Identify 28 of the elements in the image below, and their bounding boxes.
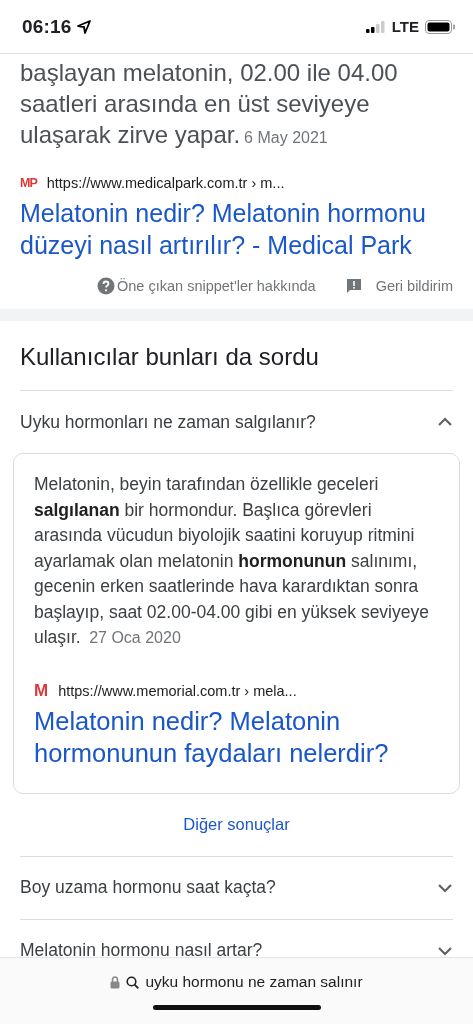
- help-icon: [97, 277, 115, 295]
- signal-icon: [365, 20, 386, 33]
- site-logo: M: [34, 680, 49, 701]
- answer-text: Melatonin, beyin tarafından özellikle geceleri salgılanan bir hormondur. Başlıca görevleri arasında vücudun biyolojik saatini koruyup ritmini ayarlamak olan melatonin hormonunun salınımı, gecenin erken saatlerinde hava karardıktan sonra başlayıp, saat 02.00-04.00 gibi en yüksek seviyeye ulaşır. 27 Oca 2020: [34, 473, 430, 649]
- about-snippets-link[interactable]: Öne çıkan snippet'ler hakkında: [117, 278, 316, 294]
- status-time: 06:16: [22, 15, 72, 38]
- source-url: https://www.memorial.com.tr › mela...: [58, 682, 297, 699]
- question-row[interactable]: Uyku hormonları ne zaman salgılanır?: [20, 390, 453, 453]
- feedback-link[interactable]: Geri bildirim: [375, 278, 453, 294]
- result-title-link[interactable]: Melatonin nedir? Melatonin hormonu düzeyi nasıl artırılır? - Medical Park: [20, 197, 453, 261]
- network-type: LTE: [391, 18, 419, 35]
- source-url: https://www.medicalpark.com.tr › m...: [46, 175, 285, 191]
- lock-icon: [110, 975, 121, 989]
- question-row[interactable]: Boy uzama hormonu saat kaçta?: [20, 855, 453, 919]
- address-bar[interactable]: uyku hormonu ne zaman salınır: [0, 957, 473, 1024]
- chevron-up-icon[interactable]: [437, 417, 453, 427]
- chevron-down-icon[interactable]: [437, 882, 453, 893]
- more-results-link[interactable]: Diğer sonuçlar: [20, 793, 453, 856]
- feedback-icon: [345, 278, 362, 294]
- result-title-link[interactable]: Melatonin nedir? Melatonin hormonunun faydaları nelerdir?: [34, 704, 439, 769]
- section-heading: Kullanıcılar bunları da sordu: [20, 342, 320, 372]
- location-arrow-icon: [76, 19, 91, 34]
- chevron-down-icon[interactable]: [437, 945, 453, 956]
- battery-icon: [425, 19, 455, 34]
- site-logo: MP: [20, 176, 37, 190]
- snippet-text: başlayan melatonin, 02.00 ile 04.00 saatleri arasında en üst seviyeye ulaşarak zirve yapar. 6 May 2021: [20, 58, 399, 150]
- search-icon: [126, 975, 140, 989]
- address-text: uyku hormonu ne zaman salınır: [145, 973, 363, 991]
